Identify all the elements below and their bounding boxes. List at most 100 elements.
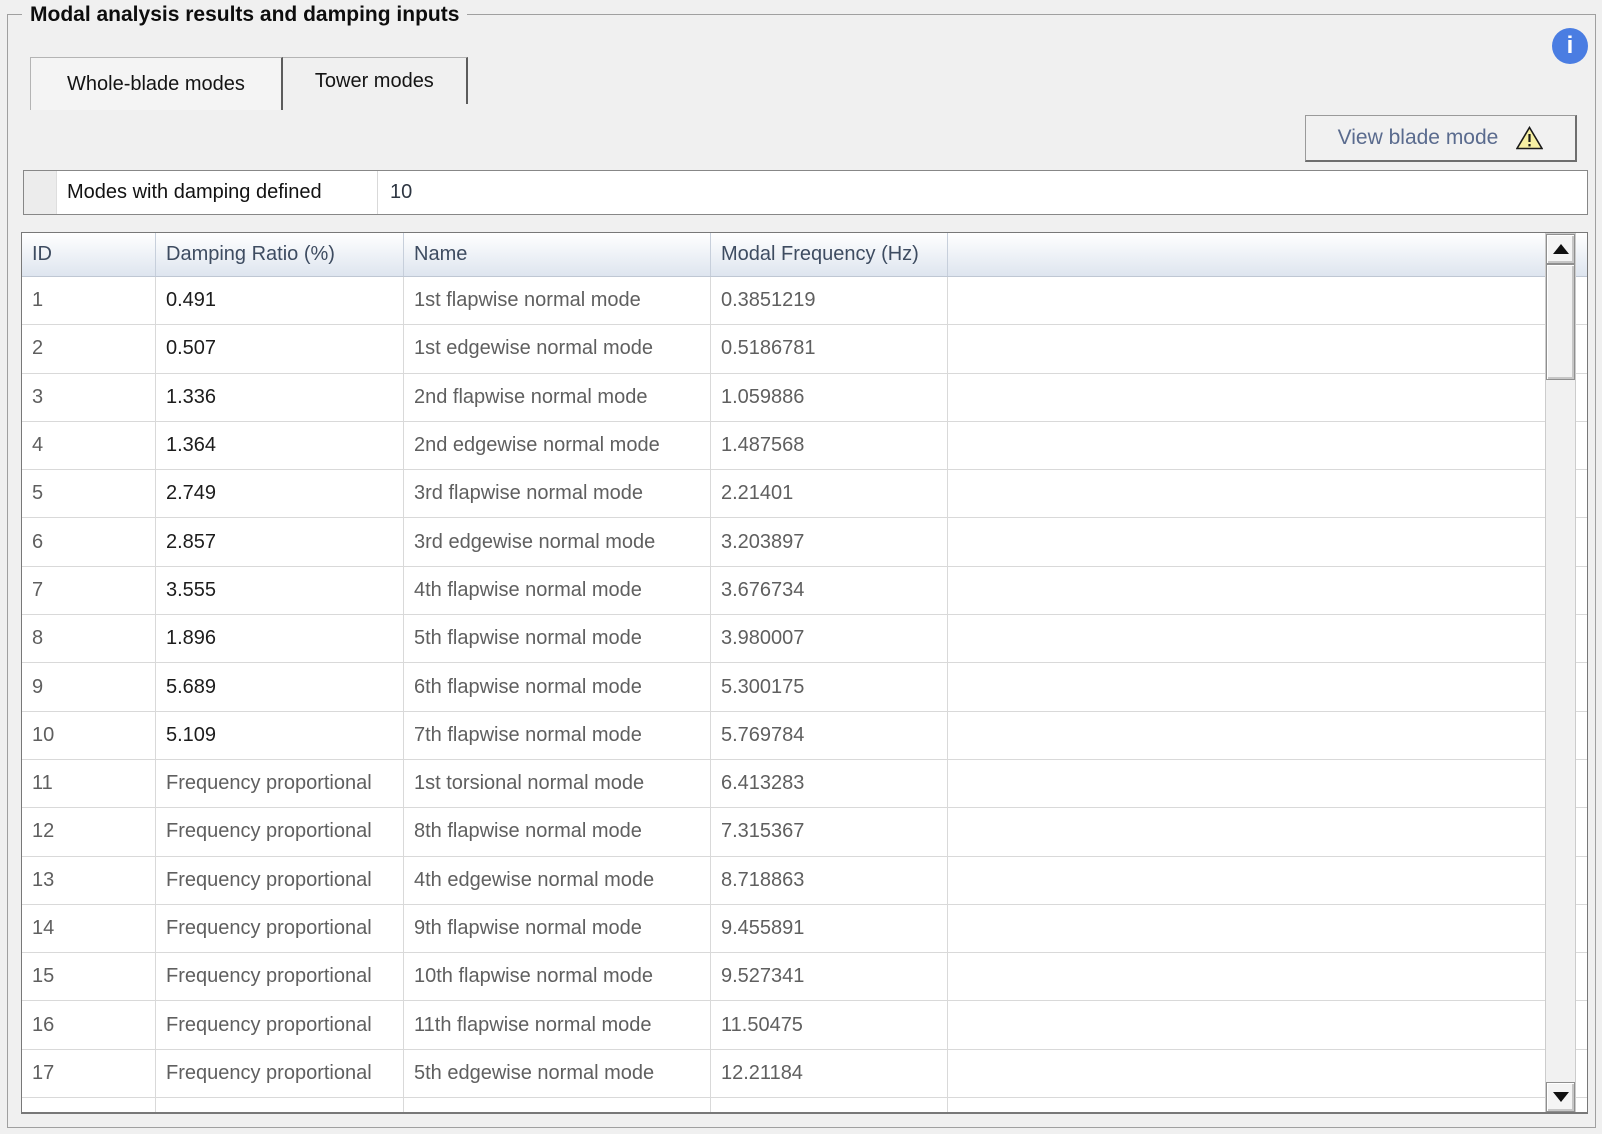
cell-filler [948, 808, 1587, 855]
cell-filler [948, 663, 1587, 710]
cell-id: 13 [22, 857, 156, 904]
cell-modal-frequency: 6.413283 [711, 760, 948, 807]
cell-modal-frequency: 3.980007 [711, 615, 948, 662]
cell-modal-frequency: 3.676734 [711, 567, 948, 614]
table-row[interactable]: 12Frequency proportional8th flapwise nor… [22, 808, 1587, 856]
table-row[interactable]: 105.1097th flapwise normal mode5.769784 [22, 712, 1587, 760]
info-icon[interactable]: i [1552, 28, 1588, 64]
cell-damping-ratio[interactable]: Frequency proportional [156, 1050, 404, 1097]
cell-name: 6th flapwise normal mode [404, 663, 711, 710]
table-row[interactable]: 20.5071st edgewise normal mode0.5186781 [22, 325, 1587, 373]
cell-damping-ratio[interactable]: 3.555 [156, 567, 404, 614]
modes-with-damping-row: Modes with damping defined 10 [23, 170, 1588, 215]
cell-damping-ratio[interactable]: 0.491 [156, 277, 404, 324]
vertical-scrollbar[interactable] [1545, 233, 1576, 1113]
cell-modal-frequency: 0.5186781 [711, 325, 948, 372]
cell-filler [948, 905, 1587, 952]
cell-name: 4th edgewise normal mode [404, 857, 711, 904]
column-header-modal-frequency[interactable]: Modal Frequency (Hz) [711, 233, 948, 276]
scroll-down-button[interactable] [1546, 1082, 1575, 1112]
tab-whole-blade-modes[interactable]: Whole-blade modes [30, 57, 283, 110]
table-row[interactable]: 16Frequency proportional11th flapwise no… [22, 1001, 1587, 1049]
table-row[interactable]: 10.4911st flapwise normal mode0.3851219 [22, 277, 1587, 325]
cell-id: 12 [22, 808, 156, 855]
view-blade-mode-label: View blade mode [1338, 126, 1499, 150]
cell-id: 16 [22, 1001, 156, 1048]
cell-damping-ratio[interactable]: Frequency proportional [156, 808, 404, 855]
mode-tabstrip: Whole-blade modes Tower modes [30, 57, 468, 110]
cell-damping-ratio[interactable]: 1.336 [156, 374, 404, 421]
cell-id: 2 [22, 325, 156, 372]
cell-filler [948, 422, 1587, 469]
cell-damping-ratio[interactable]: Frequency proportional [156, 953, 404, 1000]
cell-id: 4 [22, 422, 156, 469]
cell-damping-ratio[interactable]: 1.364 [156, 422, 404, 469]
cell-filler [948, 1001, 1587, 1048]
cell-filler [948, 1050, 1587, 1097]
modes-with-damping-label: Modes with damping defined [57, 171, 378, 214]
table-row[interactable]: 14Frequency proportional9th flapwise nor… [22, 905, 1587, 953]
cell-id: 6 [22, 518, 156, 565]
cell-damping-ratio[interactable]: 2.749 [156, 470, 404, 517]
column-header-id[interactable]: ID [22, 233, 156, 276]
table-row[interactable]: 11Frequency proportional1st torsional no… [22, 760, 1587, 808]
table-row[interactable]: 62.8573rd edgewise normal mode3.203897 [22, 518, 1587, 566]
cell-filler [948, 760, 1587, 807]
scrollbar-thumb[interactable] [1546, 264, 1575, 380]
table-row[interactable]: 81.8965th flapwise normal mode3.980007 [22, 615, 1587, 663]
cell-id: 8 [22, 615, 156, 662]
cell-filler [948, 470, 1587, 517]
modes-with-damping-input[interactable]: 10 [378, 171, 1587, 214]
table-body: 10.4911st flapwise normal mode0.38512192… [22, 277, 1587, 1098]
cell-modal-frequency: 11.50475 [711, 1001, 948, 1048]
tab-whole-blade-label: Whole-blade modes [67, 73, 245, 96]
cell-id: 10 [22, 712, 156, 759]
cell-damping-ratio[interactable]: Frequency proportional [156, 760, 404, 807]
cell-damping-ratio[interactable]: 2.857 [156, 518, 404, 565]
column-header-damping-ratio[interactable]: Damping Ratio (%) [156, 233, 404, 276]
table-row[interactable]: 52.7493rd flapwise normal mode2.21401 [22, 470, 1587, 518]
table-row[interactable]: 73.5554th flapwise normal mode3.676734 [22, 567, 1587, 615]
cell-modal-frequency: 3.203897 [711, 518, 948, 565]
cell-modal-frequency: 12.21184 [711, 1050, 948, 1097]
column-header-name[interactable]: Name [404, 233, 711, 276]
cell-id: 17 [22, 1050, 156, 1097]
warning-triangle-icon [1516, 126, 1543, 150]
cell-name: 2nd flapwise normal mode [404, 374, 711, 421]
cell-id: 1 [22, 277, 156, 324]
table-row[interactable]: 13Frequency proportional4th edgewise nor… [22, 857, 1587, 905]
cell-name: 2nd edgewise normal mode [404, 422, 711, 469]
tab-tower-label: Tower modes [315, 70, 434, 93]
cell-damping-ratio[interactable]: Frequency proportional [156, 1001, 404, 1048]
cell-modal-frequency: 7.315367 [711, 808, 948, 855]
cell-damping-ratio[interactable]: Frequency proportional [156, 857, 404, 904]
cell-modal-frequency: 0.3851219 [711, 277, 948, 324]
cell-damping-ratio[interactable]: Frequency proportional [156, 905, 404, 952]
row-selector-gutter [24, 171, 57, 214]
cell-damping-ratio[interactable]: 5.109 [156, 712, 404, 759]
scroll-up-button[interactable] [1546, 234, 1575, 264]
table-row[interactable]: 41.3642nd edgewise normal mode1.487568 [22, 422, 1587, 470]
cell-modal-frequency: 9.527341 [711, 953, 948, 1000]
cell-damping-ratio[interactable]: 5.689 [156, 663, 404, 710]
table-row[interactable]: 95.6896th flapwise normal mode5.300175 [22, 663, 1587, 711]
up-arrow-icon [1553, 244, 1569, 254]
cell-modal-frequency: 1.059886 [711, 374, 948, 421]
view-blade-mode-button[interactable]: View blade mode [1305, 115, 1577, 162]
cell-name: 5th edgewise normal mode [404, 1050, 711, 1097]
cell-modal-frequency: 9.455891 [711, 905, 948, 952]
cell-id: 14 [22, 905, 156, 952]
cell-filler [948, 567, 1587, 614]
cell-modal-frequency: 1.487568 [711, 422, 948, 469]
cell-filler [948, 615, 1587, 662]
cell-damping-ratio[interactable]: 1.896 [156, 615, 404, 662]
cell-filler [948, 953, 1587, 1000]
table-row[interactable]: 15Frequency proportional10th flapwise no… [22, 953, 1587, 1001]
scrollbar-track[interactable] [1546, 380, 1575, 1082]
cell-id: 3 [22, 374, 156, 421]
table-row[interactable]: 17Frequency proportional5th edgewise nor… [22, 1050, 1587, 1098]
tab-tower-modes[interactable]: Tower modes [283, 57, 468, 104]
cell-modal-frequency: 5.300175 [711, 663, 948, 710]
cell-damping-ratio[interactable]: 0.507 [156, 325, 404, 372]
table-row[interactable]: 31.3362nd flapwise normal mode1.059886 [22, 374, 1587, 422]
